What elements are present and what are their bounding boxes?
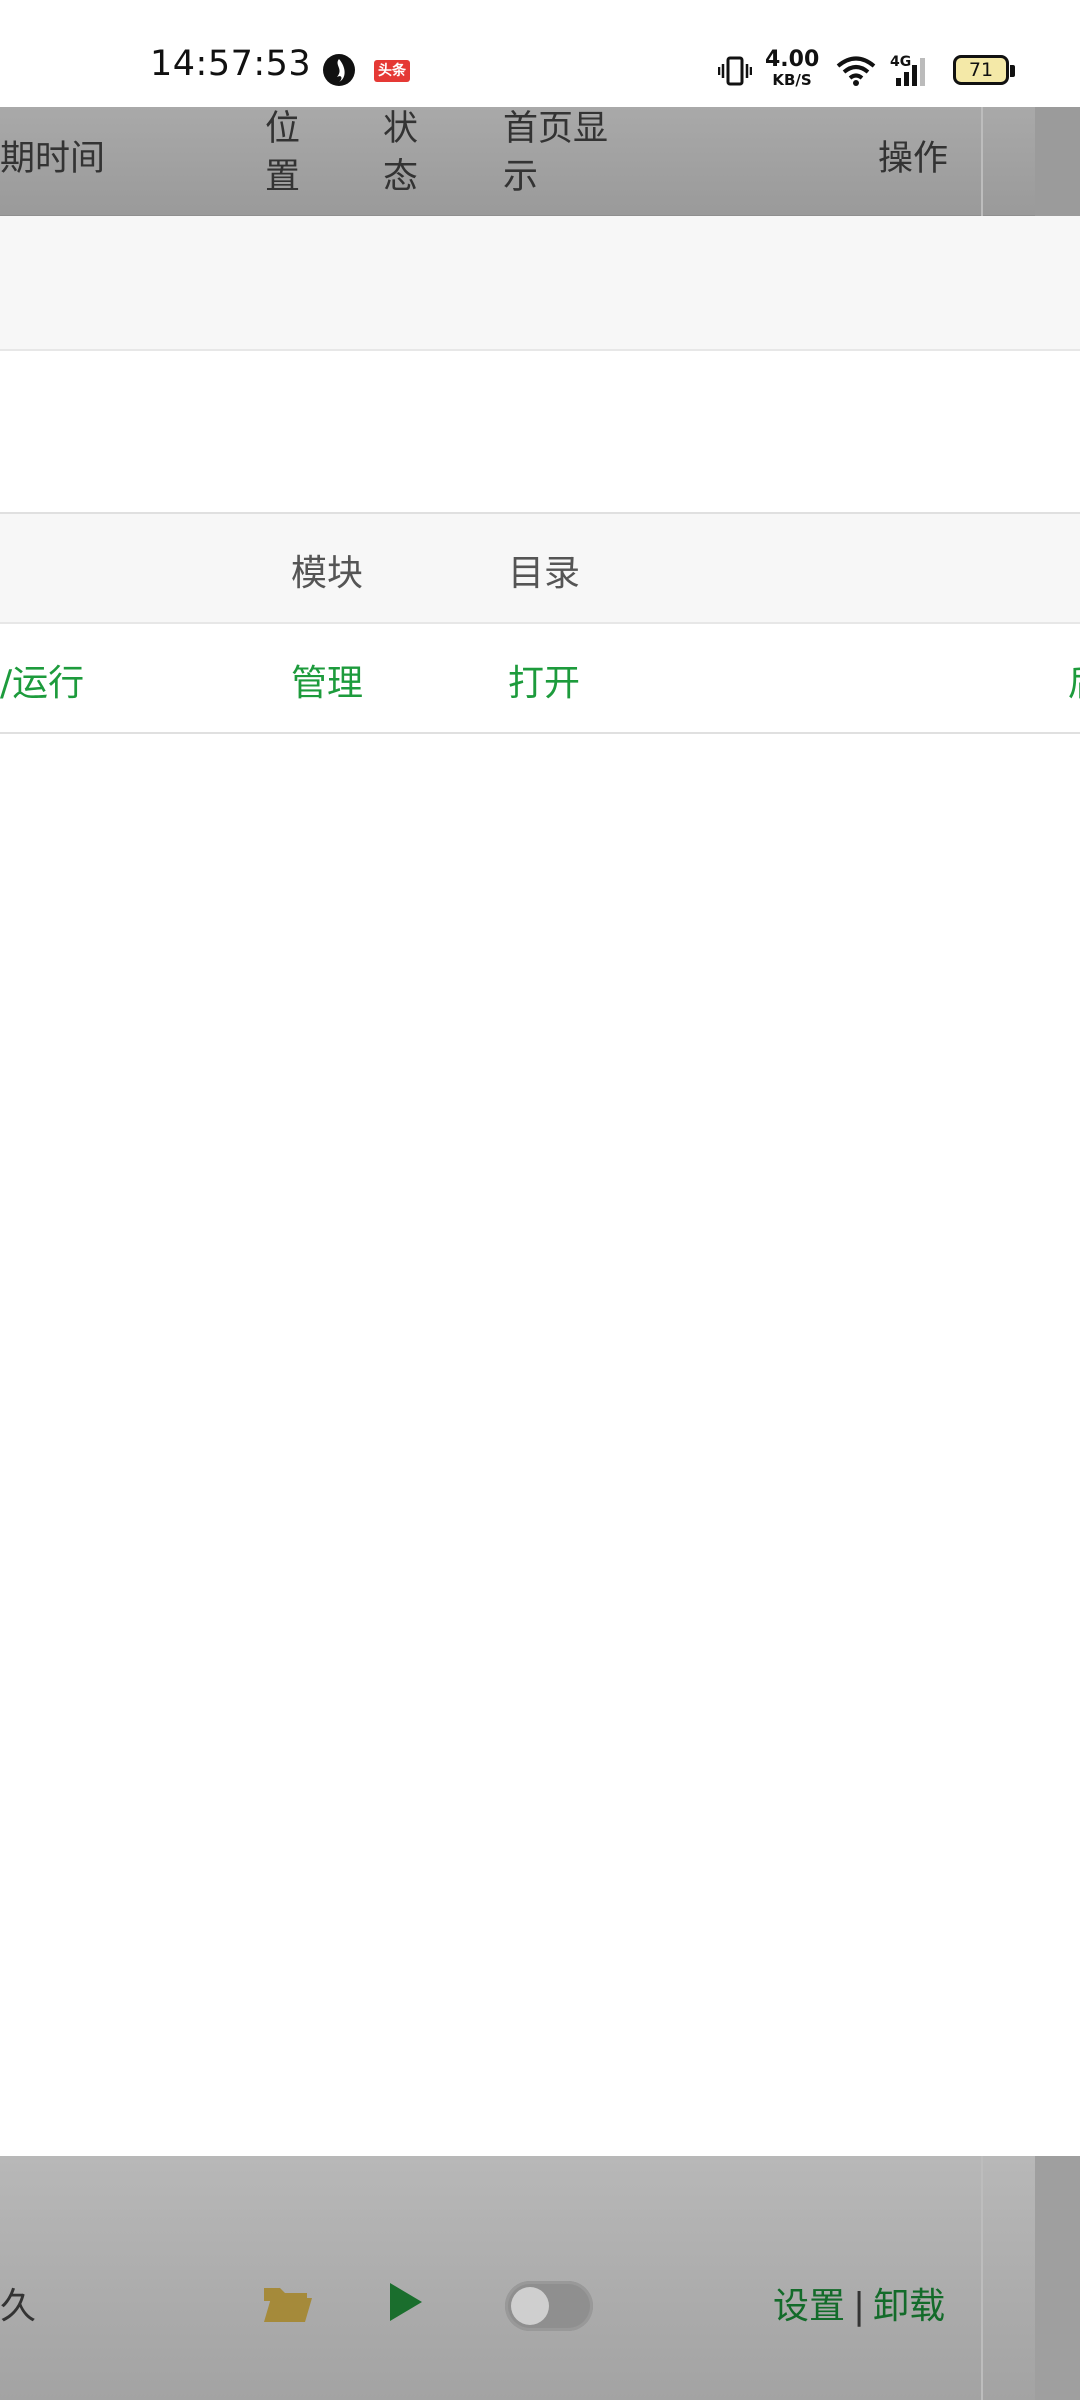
table-panel: 模块 目录 /运行 管理 打开 后 <box>0 216 1080 2156</box>
header-position-line1: 位 <box>265 109 301 149</box>
footer-links: 设置 | 卸载 <box>773 2277 945 2329</box>
header-position-line2: 置 <box>265 157 301 197</box>
table-row-actions: /运行 管理 打开 后 <box>0 624 1080 734</box>
header-status-line1: 状 <box>383 109 419 149</box>
header-right-edge <box>1035 107 1080 216</box>
footer-left-text: 久 <box>0 2286 37 2327</box>
manage-link[interactable]: 管理 <box>291 654 363 706</box>
battery-level: 71 <box>968 59 994 81</box>
wifi-icon <box>836 56 876 86</box>
footer-divider <box>981 2156 983 2400</box>
toutiao-icon: 头条 <box>374 60 410 82</box>
clipped-action-link[interactable]: 后 <box>1068 654 1080 706</box>
open-link[interactable]: 打开 <box>508 654 580 706</box>
folder-icon[interactable] <box>262 2282 314 2324</box>
footer-bar: 久 设置 | 卸载 <box>0 2156 1080 2400</box>
footer-separator: | <box>853 2286 866 2327</box>
play-icon[interactable] <box>386 2279 426 2325</box>
table-row <box>0 216 1080 351</box>
net-speed-value: 4.00 <box>765 47 820 72</box>
module-label: 模块 <box>291 553 364 594</box>
toggle-knob <box>511 2287 549 2325</box>
header-homepage-line1: 首页显 <box>503 109 609 149</box>
net-speed: 4.00 KB/S <box>765 47 820 90</box>
table-row <box>0 351 1080 514</box>
battery-icon: 71 <box>953 55 1015 85</box>
uninstall-link[interactable]: 卸载 <box>873 2286 945 2327</box>
run-link[interactable]: /运行 <box>0 654 84 706</box>
status-bar: 14:57:53 头条 4.00 KB/S 4G 71 <box>0 0 1080 107</box>
directory-label: 目录 <box>508 553 581 594</box>
footer-right-edge <box>1035 2156 1080 2400</box>
toggle-switch[interactable] <box>505 2281 593 2331</box>
table-row-labels: 模块 目录 <box>0 514 1080 624</box>
status-time: 14:57:53 <box>150 44 312 84</box>
header-divider <box>981 107 983 216</box>
table-header: 期时间 位 置 状 态 首页显 示 操作 <box>0 107 1080 216</box>
header-time: 期时间 <box>0 139 106 179</box>
net-speed-unit: KB/S <box>772 71 812 89</box>
settings-link[interactable]: 设置 <box>773 2286 845 2327</box>
header-actions: 操作 <box>878 139 949 179</box>
signal-icon: 4G <box>890 54 938 88</box>
app-notification-icon <box>323 54 355 86</box>
header-homepage-line2: 示 <box>503 157 539 197</box>
toutiao-label: 头条 <box>378 63 406 79</box>
network-type: 4G <box>890 54 912 70</box>
vibrate-icon <box>718 56 752 86</box>
header-status-line2: 态 <box>383 157 419 197</box>
